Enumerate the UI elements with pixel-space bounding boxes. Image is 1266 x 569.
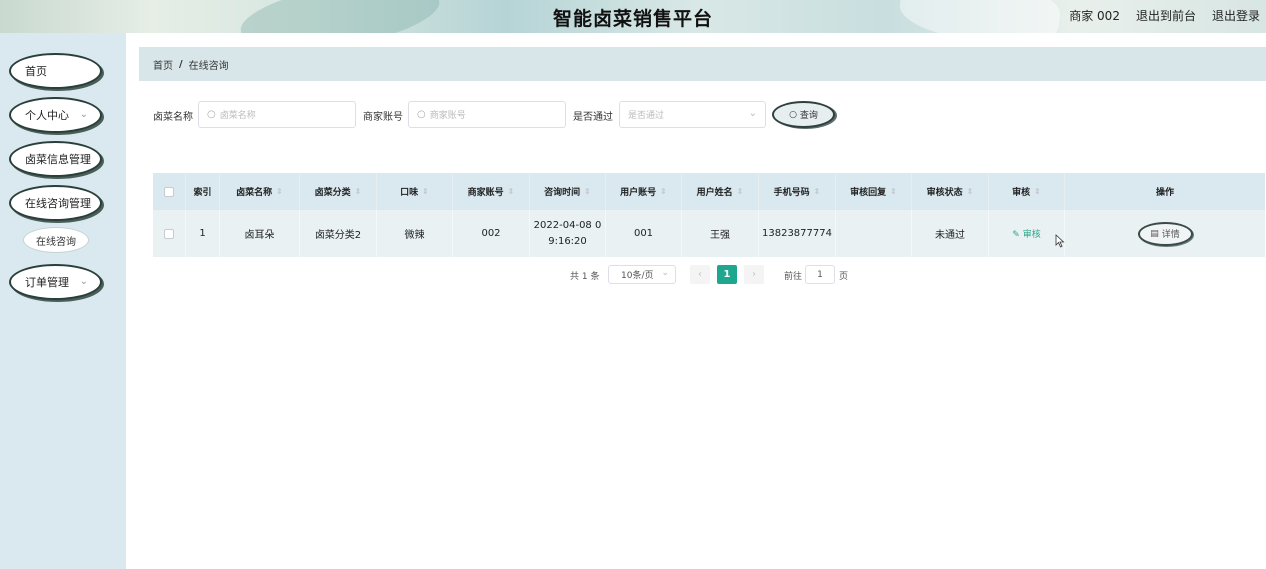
col-taste[interactable]: 口味 ⇕ (377, 173, 453, 210)
chevron-down-icon: ⌄ (661, 268, 669, 278)
col-food-category[interactable]: 卤菜分类 ⇕ (300, 173, 377, 210)
search-icon: ○ (207, 109, 216, 120)
sort-icon: ⇕ (890, 187, 897, 196)
goto-page-input[interactable]: 1 (805, 265, 835, 284)
goto-prefix: 前往 (784, 272, 803, 282)
sidebar-item-consult-mgmt[interactable]: 在线咨询管理 (9, 185, 102, 221)
sidebar: 首页 个人中心 ⌄ 卤菜信息管理 在线咨询管理 在线咨询 订单管理 ⌄ (0, 33, 126, 569)
audit-link[interactable]: ✎ 审核 (1012, 227, 1040, 240)
col-reply[interactable]: 审核回复 ⇕ (836, 173, 912, 210)
col-user-name[interactable]: 用户姓名 ⇕ (682, 173, 759, 210)
logout-link[interactable]: 退出登录 (1212, 7, 1260, 24)
next-page-button[interactable]: › (744, 265, 764, 284)
food-name-input[interactable]: ○ 卤菜名称 (198, 101, 356, 128)
query-button-label: 查询 (799, 111, 818, 121)
food-name-label: 卤菜名称 (153, 112, 193, 123)
sidebar-item-food-info[interactable]: 卤菜信息管理 (9, 141, 102, 177)
table-header: 索引 卤菜名称 ⇕ 卤菜分类 ⇕ 口味 ⇕ 商家账号 ⇕ 咨询时间 ⇕ 用户账号 ⇕ 用户姓… (153, 173, 1265, 210)
sidebar-item-label: 订单管理 (25, 276, 69, 289)
edit-icon: ✎ (1012, 230, 1023, 240)
search-icon: ○ (417, 109, 426, 120)
cell-index: 1 (186, 210, 220, 257)
sidebar-item-label: 卤菜信息管理 (25, 153, 91, 166)
cell-consult-time: 2022-04-08 0 9:16:20 (530, 210, 606, 257)
mouse-cursor-icon (1055, 234, 1065, 248)
page-number-button[interactable]: 1 (717, 265, 737, 284)
merchant-account-input[interactable]: ○ 商家账号 (408, 101, 566, 128)
col-actions: 操作 (1155, 188, 1174, 198)
consult-table: 索引 卤菜名称 ⇕ 卤菜分类 ⇕ 口味 ⇕ 商家账号 ⇕ 咨询时间 ⇕ 用户账号 ⇕ 用户姓… (153, 173, 1265, 257)
cell-food-category: 卤菜分类2 (300, 210, 377, 257)
table-row: 1 卤耳朵 卤菜分类2 微辣 002 2022-04-08 0 9:16:20 … (153, 210, 1265, 257)
sidebar-item-label: 个人中心 (25, 109, 69, 122)
sidebar-item-orders[interactable]: 订单管理 ⌄ (9, 264, 102, 300)
sidebar-item-label: 首页 (25, 65, 47, 78)
cell-merchant: 002 (453, 210, 530, 257)
breadcrumb-separator: / (179, 58, 183, 70)
sort-icon: ⇕ (660, 187, 667, 196)
sort-icon: ⇕ (507, 187, 515, 196)
passed-label: 是否通过 (573, 112, 613, 123)
page-size-select[interactable]: 10条/页 ⌄ (608, 265, 676, 284)
sidebar-item-label: 在线咨询管理 (25, 197, 91, 210)
col-phone[interactable]: 手机号码 ⇕ (759, 173, 836, 210)
sort-icon: ⇕ (422, 187, 429, 196)
chevron-down-icon: ⌄ (79, 109, 88, 120)
detail-button[interactable]: ▤ 详情 (1137, 221, 1193, 246)
back-to-front-link[interactable]: 退出到前台 (1136, 7, 1196, 24)
search-icon: ○ (789, 109, 797, 120)
goto-suffix: 页 (839, 272, 849, 282)
cell-actions: ▤ 详情 (1065, 210, 1265, 257)
cell-status: 未通过 (912, 210, 989, 257)
sort-icon: ⇕ (276, 187, 283, 196)
pagination-total: 共 1 条 (570, 272, 600, 282)
select-all-checkbox[interactable] (153, 173, 186, 210)
query-button[interactable]: ○ 查询 (772, 101, 835, 128)
col-status[interactable]: 审核状态 ⇕ (912, 173, 989, 210)
cell-user-name: 王强 (682, 210, 759, 257)
col-user-account[interactable]: 用户账号 ⇕ (606, 173, 682, 210)
breadcrumb-home[interactable]: 首页 (153, 57, 173, 72)
document-icon: ▤ (1150, 228, 1159, 239)
top-header: 智能卤菜销售平台 商家 002 退出到前台 退出登录 (0, 0, 1266, 33)
col-consult-time[interactable]: 咨询时间 ⇕ (530, 173, 606, 210)
sidebar-subitem-consult[interactable]: 在线咨询 (23, 227, 89, 253)
sidebar-item-profile[interactable]: 个人中心 ⌄ (9, 97, 102, 133)
sort-icon: ⇕ (354, 187, 362, 196)
current-user: 商家 002 (1069, 9, 1120, 23)
prev-page-button[interactable]: ‹ (690, 265, 710, 284)
cell-phone: 13823877774 (759, 210, 836, 257)
sort-icon: ⇕ (966, 187, 974, 196)
chevron-down-icon: ⌄ (79, 276, 88, 287)
cell-user-account: 001 (606, 210, 682, 257)
row-checkbox[interactable] (153, 210, 186, 257)
sort-icon: ⇕ (1034, 187, 1041, 196)
cell-reply (836, 210, 912, 257)
passed-select[interactable]: 是否通过 ⌄ (619, 101, 766, 128)
breadcrumb-current: 在线咨询 (188, 60, 229, 72)
sort-icon: ⇕ (736, 187, 744, 196)
col-index: 索引 (186, 173, 220, 210)
merchant-account-label: 商家账号 (363, 112, 403, 123)
cell-food-name: 卤耳朵 (220, 210, 300, 257)
breadcrumb: 首页 / 在线咨询 (139, 47, 1266, 81)
col-food-name[interactable]: 卤菜名称 ⇕ (220, 173, 300, 210)
cell-audit: ✎ 审核 (989, 210, 1065, 257)
chevron-down-icon: ⌄ (748, 108, 757, 119)
col-audit[interactable]: 审核 ⇕ (989, 173, 1065, 210)
col-merchant[interactable]: 商家账号 ⇕ (453, 173, 530, 210)
passed-placeholder: 是否通过 (628, 111, 665, 121)
cell-taste: 微辣 (377, 210, 453, 257)
sort-icon: ⇕ (584, 187, 591, 196)
header-links: 商家 002 退出到前台 退出登录 (1069, 7, 1260, 24)
sidebar-item-home[interactable]: 首页 (9, 53, 102, 89)
food-name-placeholder: 卤菜名称 (219, 111, 256, 121)
merchant-account-placeholder: 商家账号 (429, 111, 466, 121)
sort-icon: ⇕ (813, 187, 821, 196)
